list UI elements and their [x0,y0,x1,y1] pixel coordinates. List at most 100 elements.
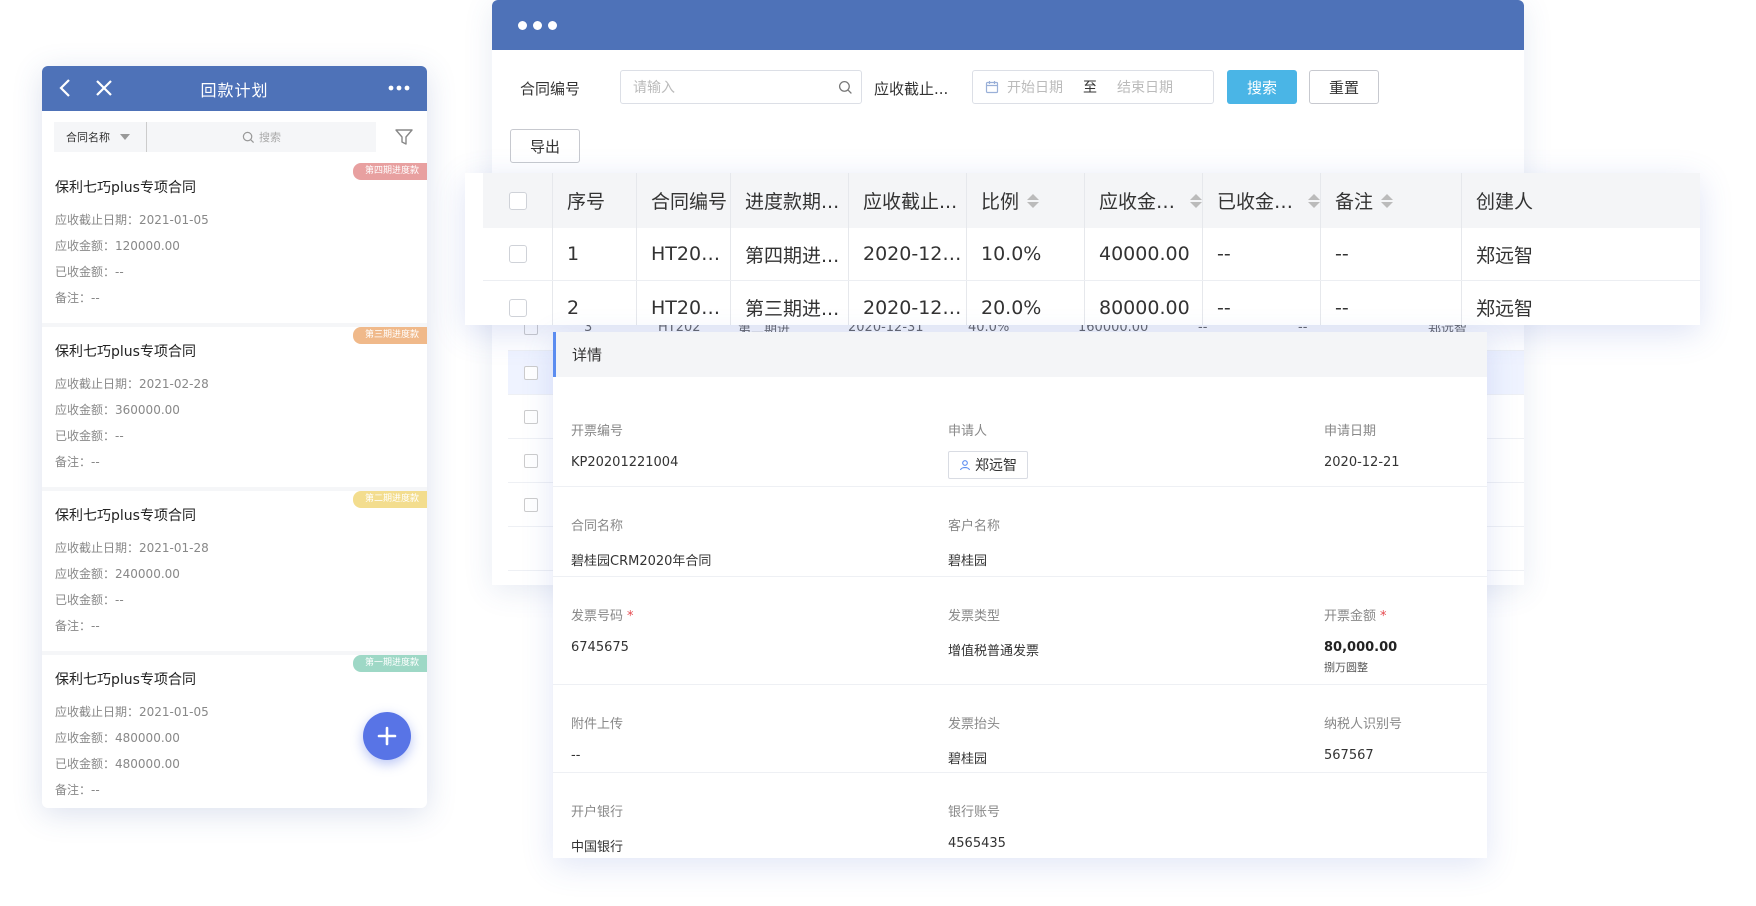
close-icon[interactable] [92,76,116,100]
invoice-type-field: 发票类型 增值税普通发票 [948,605,1039,659]
table-row[interactable]: 2 HT202... 第三期进... 2020-12-31 20.0% 80000.00 -… [483,281,1700,325]
field-label: 申请人 [948,424,988,439]
field-label: 发票类型 [948,609,1001,624]
row-checkbox[interactable] [524,365,538,380]
cell-period: 第四期进... [731,228,849,280]
line-label: 应收截止日期： [55,541,140,555]
card-line-received: 已收金额：-- [55,259,414,285]
back-arrow-icon[interactable] [54,76,78,100]
more-icon[interactable] [385,76,413,100]
field-value: 碧桂园 [948,752,988,767]
line-value: 480000.00 [115,731,180,745]
cell-text: -- [1217,296,1231,319]
mobile-page-title: 回款计划 [200,80,269,100]
header-note[interactable]: 备注 [1321,173,1462,228]
line-value: -- [115,593,124,607]
row-checkbox[interactable] [524,497,538,512]
table-row[interactable]: 1 HT202... 第四期进... 2020-12-31 10.0% 40000.00 -… [483,228,1700,281]
user-icon [959,460,971,471]
export-button[interactable]: 导出 [510,129,580,163]
window-titlebar [492,0,1524,50]
detail-title: 详情 [553,332,1487,377]
header-ratio[interactable]: 比例 [967,173,1085,228]
search-button[interactable]: 搜索 [1227,70,1297,104]
add-button[interactable] [363,712,411,760]
line-label: 备注： [55,619,92,633]
detail-row: 开票编号 KP20201221004 申请人 郑远智 申请日期 2020-12-… [553,377,1487,487]
cell-text: 2020-12-31 [863,296,966,319]
sort-icon[interactable] [1190,193,1202,208]
label-text: 开票金额 [1324,609,1377,624]
cell-received: -- [1203,281,1321,325]
header-creator: 创建人 [1462,173,1572,228]
sort-icon[interactable] [1027,193,1040,208]
row-checkbox[interactable] [508,298,527,317]
line-label: 应收金额： [55,403,116,417]
line-value: 240000.00 [115,567,180,581]
line-value: -- [91,455,100,469]
field-value: 6745675 [571,640,629,655]
cell-text: 备注 [1335,191,1374,213]
line-label: 备注： [55,783,92,797]
card-line-due: 应收截止日期：2021-01-05 [55,207,414,233]
contract-no-label: 合同编号 [520,80,581,98]
mobile-filter-bar: 合同名称 搜索 [42,111,427,163]
header-contract-no: 合同编号 [637,173,731,228]
cell-text: 进度款期... [745,191,840,213]
payment-plan-card[interactable]: 第四期进度款 保利七巧plus专项合同 应收截止日期：2021-01-05 应收金额：… [42,163,427,323]
cell-text: 第三期进... [745,298,840,320]
filter-icon[interactable] [393,126,415,148]
sort-icon[interactable] [1308,193,1320,208]
cell-text: 郑远智 [1476,244,1534,267]
line-label: 备注： [55,455,92,469]
line-label: 应收截止日期： [55,213,140,227]
line-value: 480000.00 [115,757,180,771]
line-value: 2021-01-05 [139,213,209,227]
date-range-picker[interactable]: 开始日期 至 结束日期 [972,70,1214,104]
payment-plan-card[interactable]: 第三期进度款 保利七巧plus专项合同 应收截止日期：2021-02-28 应收金额：… [42,327,427,487]
invoice-header-field: 发票抬头 碧桂园 [948,713,1000,767]
payment-plan-card[interactable]: 第二期进度款 保利七巧plus专项合同 应收截止日期：2021-01-28 应收金额：… [42,491,427,651]
reset-button[interactable]: 重置 [1309,70,1379,104]
card-title: 保利七巧plus专项合同 [55,508,196,524]
mobile-search-input[interactable]: 搜索 [146,122,376,152]
period-tag: 第二期进度款 [353,491,427,508]
contract-no-input[interactable]: 请输入 [620,70,862,104]
payment-plan-list: 第四期进度款 保利七巧plus专项合同 应收截止日期：2021-01-05 应收金额：… [42,163,427,808]
row-checkbox[interactable] [524,409,538,424]
line-value: 2021-01-05 [139,705,209,719]
contract-name-select[interactable]: 合同名称 [54,122,146,152]
sort-icon[interactable] [1381,193,1394,208]
due-date-label: 应收截止... [874,80,949,98]
period-tag: 第三期进度款 [353,327,427,344]
applicant-field: 申请人 郑远智 [948,420,1028,479]
header-checkbox [483,173,553,228]
contract-name-field: 合同名称 碧桂园CRM2020年合同 [571,515,711,569]
cell-text: 第四期进... [745,244,840,267]
bank-account-field: 银行账号 4565435 [948,801,1006,851]
header-period: 进度款期... [731,173,849,228]
field-label: 合同名称 [571,519,624,534]
required-mark: * [627,609,634,624]
field-label: 发票号码 * [571,605,634,624]
field-value: -- [571,748,581,763]
card-line-note: 备注：-- [55,613,414,639]
header-receivable[interactable]: 应收金额... [1085,173,1203,228]
line-value: -- [91,783,100,797]
row-checkbox[interactable] [524,453,538,468]
cell-creator: 郑远智 [1462,281,1572,325]
card-line-note: 备注：-- [55,449,414,475]
field-label: 申请日期 [1324,424,1377,439]
applicant-chip[interactable]: 郑远智 [948,451,1028,479]
row-checkbox[interactable] [508,245,527,263]
table-header: 序号 合同编号进度款期... 应收截止... 比例 应收金额... 已收金额... 备注 创建… [483,173,1700,228]
card-line-receivable: 应收金额：240000.00 [55,561,414,587]
card-line-receivable: 应收金额：480000.00 [55,725,414,751]
search-icon [838,80,852,94]
line-value: -- [115,429,124,443]
amount-in-words: 捌万圆整 [1324,661,1368,674]
field-value: 2020-12-21 [1324,455,1400,470]
cell-note: -- [1321,281,1462,325]
header-received[interactable]: 已收金额... [1203,173,1321,228]
select-all-checkbox[interactable] [508,191,527,210]
